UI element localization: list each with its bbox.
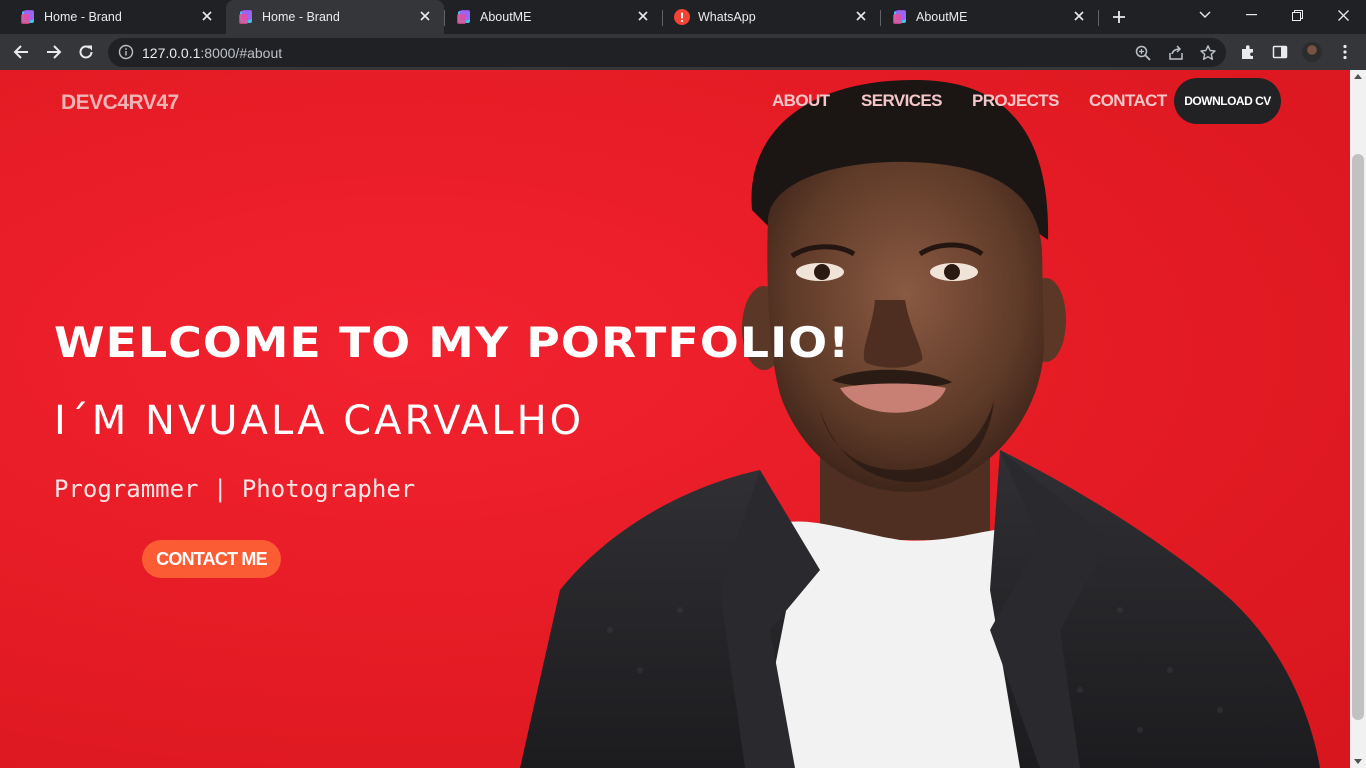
contact-me-button[interactable]: CONTACT ME — [142, 540, 281, 578]
chevron-down-icon — [1199, 11, 1211, 18]
share-icon[interactable] — [1167, 44, 1185, 62]
nav-about[interactable]: ABOUT — [772, 91, 830, 111]
tab-title: AboutME — [916, 10, 968, 24]
tab-separator — [662, 10, 663, 26]
tab-aboutme-2[interactable]: AboutME — [880, 0, 1098, 34]
close-icon — [1337, 9, 1349, 21]
tab-separator — [1098, 10, 1099, 26]
profile-avatar[interactable] — [1302, 42, 1322, 62]
restore-icon — [1291, 9, 1303, 21]
arrow-right-icon — [47, 45, 62, 59]
tab-title: Home - Brand — [262, 10, 340, 24]
url-host: 127.0.0.1 — [142, 45, 201, 61]
close-tab-icon[interactable] — [634, 7, 652, 25]
tab-title: AboutME — [480, 10, 532, 24]
side-panel-button[interactable] — [1266, 38, 1294, 66]
error-icon — [674, 9, 690, 25]
new-tab-button[interactable] — [1108, 6, 1130, 28]
close-tab-icon[interactable] — [1070, 7, 1088, 25]
close-tab-icon[interactable] — [198, 7, 216, 25]
download-cv-button[interactable]: DOWNLOAD CV — [1174, 78, 1281, 124]
hero-roles: Programmer | Photographer — [54, 475, 416, 503]
tab-aboutme-1[interactable]: AboutME — [444, 0, 662, 34]
reload-icon — [79, 45, 93, 59]
nav-projects[interactable]: PROJECTS — [972, 91, 1059, 111]
page-viewport: DEVC4RV47 ABOUT SERVICES PROJECTS CONTAC… — [0, 70, 1350, 768]
brand-logo-icon — [457, 10, 470, 24]
hero-headline: WELCOME TO MY PORTFOLIO! — [54, 318, 851, 367]
close-tab-icon[interactable] — [416, 7, 434, 25]
tab-separator — [880, 10, 881, 26]
tab-title: WhatsApp — [698, 10, 756, 24]
nav-services[interactable]: SERVICES — [861, 91, 942, 111]
brand-logo-icon — [893, 10, 906, 24]
arrow-left-icon — [13, 45, 28, 59]
reload-button[interactable] — [72, 38, 100, 66]
close-tab-icon[interactable] — [852, 7, 870, 25]
forward-button[interactable] — [40, 38, 68, 66]
minimize-icon — [1245, 14, 1257, 16]
back-button[interactable] — [7, 38, 35, 66]
hero-name: I´M NVUALA CARVALHO — [54, 398, 585, 444]
tab-home-brand-1[interactable]: Home - Brand — [8, 0, 226, 34]
brand-logo-icon — [239, 10, 252, 24]
page-scrollbar[interactable] — [1350, 70, 1366, 768]
url-text[interactable]: 127.0.0.1:8000/#about — [142, 45, 282, 61]
scrollbar-thumb[interactable] — [1352, 154, 1364, 720]
bookmark-star-icon[interactable] — [1199, 44, 1217, 62]
site-logo[interactable]: DEVC4RV47 — [61, 91, 179, 115]
hero-portrait-image — [520, 79, 1320, 768]
side-panel-icon — [1272, 45, 1288, 59]
plus-icon — [1113, 11, 1125, 23]
scroll-down-arrow-icon[interactable] — [1354, 759, 1362, 764]
nav-contact[interactable]: CONTACT — [1089, 91, 1167, 111]
tab-home-brand-active[interactable]: Home - Brand — [226, 0, 444, 34]
info-icon[interactable] — [118, 44, 134, 60]
close-window-button[interactable] — [1320, 0, 1366, 30]
address-bar[interactable]: 127.0.0.1:8000/#about — [108, 38, 1226, 67]
menu-button[interactable] — [1331, 38, 1359, 66]
tab-separator — [444, 10, 445, 26]
scroll-up-arrow-icon[interactable] — [1354, 74, 1362, 79]
tab-strip: Home - Brand Home - Brand AboutME WhatsA… — [0, 0, 1366, 34]
extensions-button[interactable] — [1234, 38, 1262, 66]
tab-title: Home - Brand — [44, 10, 122, 24]
kebab-menu-icon — [1343, 44, 1347, 60]
url-path: :8000/#about — [200, 45, 283, 61]
tab-whatsapp[interactable]: WhatsApp — [662, 0, 880, 34]
minimize-button[interactable] — [1228, 0, 1274, 30]
puzzle-icon — [1242, 45, 1253, 59]
tab-search-button[interactable] — [1182, 0, 1228, 30]
brand-logo-icon — [21, 10, 34, 24]
browser-toolbar: 127.0.0.1:8000/#about — [0, 34, 1366, 70]
restore-button[interactable] — [1274, 0, 1320, 30]
zoom-icon[interactable] — [1134, 44, 1152, 62]
